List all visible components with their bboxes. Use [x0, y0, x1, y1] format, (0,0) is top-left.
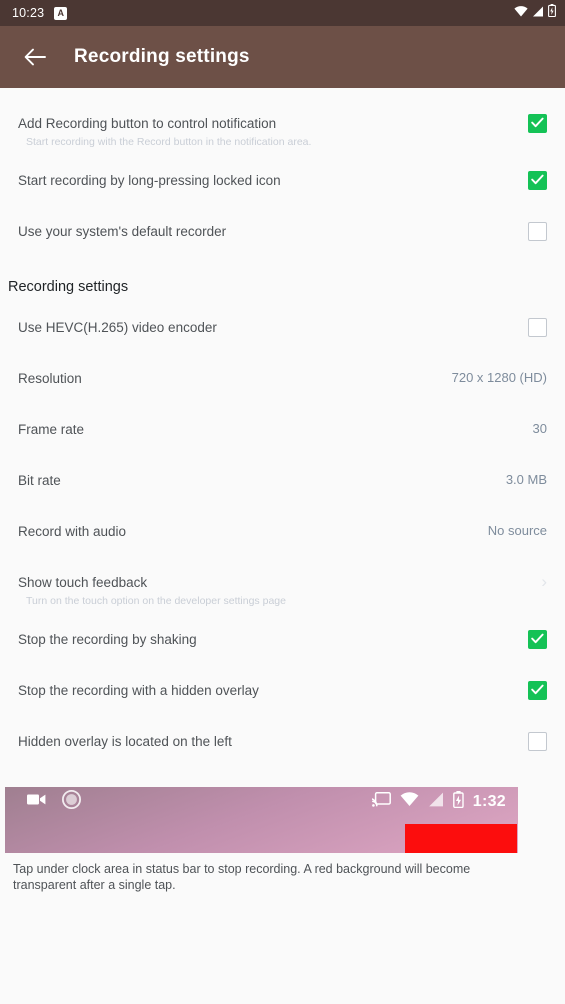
cast-icon: [368, 792, 391, 812]
checkbox-stop-with-hidden-overlay[interactable]: [528, 681, 547, 700]
checkbox-default-recorder[interactable]: [528, 222, 547, 241]
setting-row-long-press-locked-icon[interactable]: Start recording by long-pressing locked …: [0, 170, 565, 204]
setting-value-frame-rate: 30: [532, 421, 547, 436]
setting-value-bit-rate: 3.0 MB: [505, 472, 547, 487]
setting-label: Resolution: [18, 371, 82, 386]
checkbox-long-press-locked-icon[interactable]: [528, 171, 547, 190]
setting-row-record-with-audio[interactable]: Record with audio No source: [0, 521, 565, 555]
video-camera-icon: [27, 793, 46, 811]
setting-row-resolution[interactable]: Resolution 720 x 1280 (HD): [0, 368, 565, 402]
setting-label: Use your system's default recorder: [18, 224, 227, 239]
setting-row-stop-by-shaking[interactable]: Stop the recording by shaking: [0, 629, 565, 663]
setting-label: Show touch feedback: [18, 575, 148, 590]
setting-label: Record with audio: [18, 524, 127, 539]
setting-label: Add Recording button to control notifica…: [18, 116, 277, 131]
status-bar-icon-group: [514, 4, 556, 22]
checkbox-hevc-encoder[interactable]: [528, 318, 547, 337]
checkbox-hidden-overlay-left[interactable]: [528, 732, 547, 751]
checkbox-stop-by-shaking[interactable]: [528, 630, 547, 649]
preview-canvas: 1:32: [5, 787, 518, 853]
setting-row-default-recorder[interactable]: Use your system's default recorder: [0, 221, 565, 255]
setting-description: Start recording with the Record button i…: [26, 136, 312, 148]
status-bar-app-badge-icon: A: [54, 6, 68, 20]
check-icon: [531, 172, 544, 190]
back-arrow-icon[interactable]: [22, 44, 48, 70]
setting-label: Stop the recording by shaking: [18, 632, 197, 647]
setting-row-touch-feedback[interactable]: Show touch feedback Turn on the touch op…: [0, 572, 565, 609]
setting-label: Stop the recording with a hidden overlay: [18, 683, 259, 698]
check-icon: [531, 115, 544, 133]
setting-label: Hidden overlay is located on the left: [18, 734, 232, 749]
chevron-right-icon[interactable]: ›: [533, 573, 547, 590]
setting-label: Bit rate: [18, 473, 61, 488]
status-bar-clock: 10:23: [12, 6, 45, 20]
setting-row-bit-rate[interactable]: Bit rate 3.0 MB: [0, 470, 565, 504]
check-icon: [531, 631, 544, 649]
wifi-icon: [514, 4, 528, 22]
setting-row-hevc-encoder[interactable]: Use HEVC(H.265) video encoder: [0, 317, 565, 351]
preview-right-icon-group: 1:32: [368, 791, 506, 813]
check-icon: [531, 682, 544, 700]
battery-charging-icon: [452, 791, 464, 813]
section-header-recording-settings: Recording settings: [8, 279, 129, 295]
app-bar: Recording settings: [0, 26, 565, 88]
setting-value-resolution: 720 x 1280 (HD): [451, 370, 547, 385]
preview-clock: 1:32: [472, 793, 506, 810]
page-title: Recording settings: [74, 46, 250, 67]
cellular-signal-icon: [532, 4, 544, 22]
overlay-preview-illustration: 1:32 Tap under clock area in status bar …: [0, 787, 565, 893]
setting-description: Turn on the touch option on the develope…: [26, 595, 286, 607]
setting-row-frame-rate[interactable]: Frame rate 30: [0, 419, 565, 453]
checkbox-add-recording-button[interactable]: [528, 114, 547, 133]
setting-row-hidden-overlay-left[interactable]: Hidden overlay is located on the left: [0, 731, 565, 765]
setting-row-add-recording-button[interactable]: Add Recording button to control notifica…: [0, 113, 565, 150]
record-circle-icon: [61, 789, 82, 814]
preview-left-icon-group: [27, 789, 82, 814]
preview-caption: Tap under clock area in status bar to st…: [13, 862, 471, 892]
red-overlay-block[interactable]: [405, 824, 517, 853]
setting-label: Use HEVC(H.265) video encoder: [18, 320, 217, 335]
preview-status-bar: 1:32: [5, 787, 518, 817]
setting-value-record-with-audio: No source: [487, 523, 547, 538]
settings-list: Add Recording button to control notifica…: [0, 88, 565, 893]
setting-label: Frame rate: [18, 422, 85, 437]
cellular-signal-icon: [428, 792, 444, 812]
system-status-bar: 10:23 A: [0, 0, 565, 26]
setting-row-stop-with-hidden-overlay[interactable]: Stop the recording with a hidden overlay: [0, 680, 565, 714]
wifi-icon: [400, 792, 419, 812]
battery-icon: [548, 4, 556, 22]
setting-label: Start recording by long-pressing locked …: [18, 173, 281, 188]
